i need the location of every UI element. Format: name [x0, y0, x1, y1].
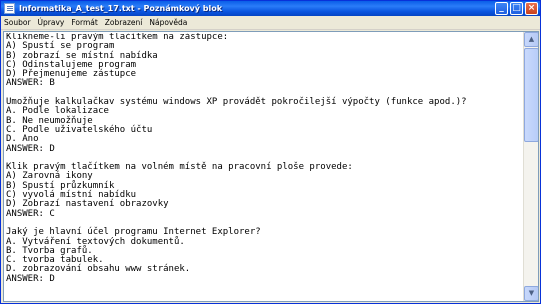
- maximize-button[interactable]: □: [510, 2, 523, 15]
- text-editor[interactable]: Klikneme-li pravým tlačítkem na zástupce…: [3, 31, 539, 302]
- menu-zobrazeni[interactable]: Zobrazení: [105, 18, 143, 27]
- text-line: D. zobrazování obsahu www stránek.: [6, 264, 191, 275]
- menu-soubor[interactable]: Soubor: [4, 18, 31, 27]
- text-line: C. Podle uživatelského účtu: [6, 124, 153, 135]
- scroll-down-button[interactable]: ▼: [524, 286, 538, 301]
- text-line: ANSWER: D: [6, 143, 55, 154]
- close-button[interactable]: ×: [525, 2, 538, 15]
- minimize-button[interactable]: _: [495, 2, 508, 15]
- text-line: ANSWER: B: [6, 78, 55, 89]
- menu-upravy[interactable]: Úpravy: [38, 18, 65, 27]
- text-line: ANSWER: D: [6, 273, 55, 284]
- vertical-scrollbar[interactable]: ▲ ▼: [523, 32, 538, 301]
- notepad-window: Informatika_A_test_17.txt - Poznámkový b…: [0, 0, 541, 304]
- window-controls: _ □ ×: [495, 2, 538, 15]
- window-title: Informatika_A_test_17.txt - Poznámkový b…: [19, 4, 223, 13]
- scroll-up-button[interactable]: ▲: [524, 32, 538, 47]
- text-line: ANSWER: C: [6, 208, 55, 219]
- text-line: D) Přejmenujeme zástupce: [6, 69, 137, 80]
- scroll-thumb[interactable]: [524, 48, 538, 142]
- menu-napoveda[interactable]: Nápověda: [149, 18, 187, 27]
- document-text[interactable]: Klikneme-li pravým tlačítkem na zástupce…: [6, 33, 523, 301]
- title-bar[interactable]: Informatika_A_test_17.txt - Poznámkový b…: [1, 1, 540, 16]
- menu-format[interactable]: Formát: [71, 18, 97, 27]
- text-line: D. Ano: [6, 134, 39, 145]
- text-line: D) Zobrazí nastavení obrazovky: [6, 199, 169, 210]
- notepad-icon: [4, 3, 15, 14]
- menu-bar: Soubor Úpravy Formát Zobrazení Nápověda: [1, 16, 540, 30]
